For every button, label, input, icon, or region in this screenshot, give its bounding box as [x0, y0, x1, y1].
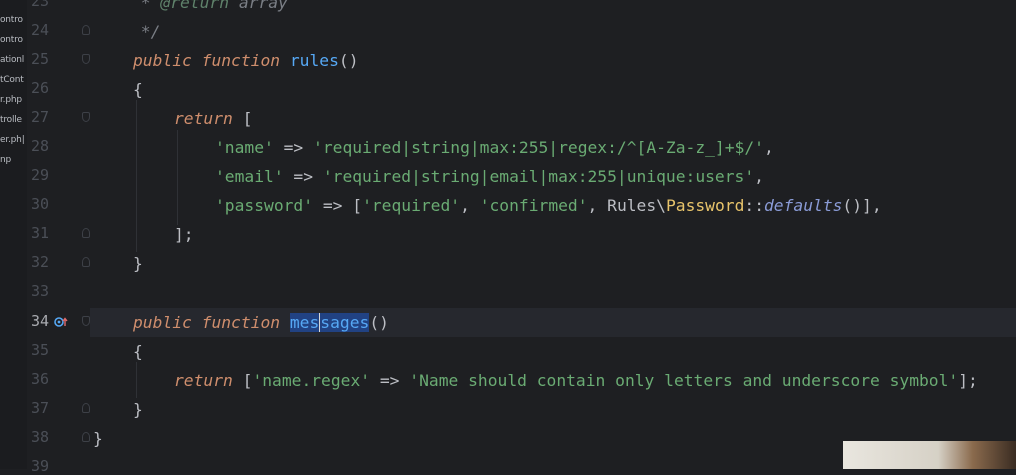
fold-end-icon[interactable] [82, 403, 90, 413]
line-number: 31 [30, 224, 49, 242]
line-number: 29 [30, 166, 49, 184]
sidebar-file-item[interactable]: ontro [0, 35, 23, 45]
code-line-25: public function rules() [133, 51, 359, 70]
sidebar-file-item[interactable]: np [0, 155, 11, 165]
code-line-32: } [133, 254, 143, 273]
webcam-overlay [843, 441, 1016, 469]
indent-guide [136, 100, 137, 252]
line-number: 39 [30, 457, 49, 475]
sidebar-file-item[interactable]: trolle [0, 115, 22, 125]
line-number-active: 34 [30, 312, 49, 330]
line-number: 33 [30, 282, 49, 300]
sidebar-file-item[interactable]: r.php [0, 95, 22, 105]
line-number: 26 [30, 79, 49, 97]
line-number: 25 [30, 50, 49, 68]
code-line-27: return [ [174, 109, 253, 128]
code-line-24: */ [131, 22, 161, 41]
selected-text: messages [289, 313, 370, 332]
code-line-37: } [133, 400, 143, 419]
line-number: 23 [30, 0, 49, 10]
fold-end-icon[interactable] [82, 25, 90, 35]
code-line-31: ]; [174, 225, 194, 244]
line-number: 30 [30, 195, 49, 213]
line-number: 24 [30, 21, 49, 39]
editor-gutter: 23 24 25 26 27 28 29 30 31 32 33 34 35 3… [27, 0, 90, 475]
line-number: 36 [30, 370, 49, 388]
project-sidebar: ontro ontro ationl tCont r.php trolle er… [0, 0, 27, 469]
code-line-36: return ['name.regex' => 'Name should con… [174, 371, 978, 390]
sidebar-file-item[interactable]: tCont [0, 75, 24, 85]
code-line-28: 'name' => 'required|string|max:255|regex… [215, 138, 774, 157]
code-line-29: 'email' => 'required|string|email|max:25… [215, 167, 764, 186]
code-line-35: { [133, 342, 143, 361]
code-line-26: { [133, 80, 143, 99]
fold-start-icon[interactable] [82, 54, 90, 64]
fold-start-icon[interactable] [82, 316, 90, 326]
fold-end-icon[interactable] [82, 228, 90, 238]
sidebar-file-item[interactable]: ationl [0, 55, 24, 65]
implements-method-icon[interactable] [54, 316, 68, 328]
line-number: 35 [30, 341, 49, 359]
line-number: 37 [30, 399, 49, 417]
indent-guide [136, 362, 137, 398]
code-line-23: * @return array [131, 0, 288, 12]
sidebar-file-item[interactable]: ontro [0, 15, 23, 25]
fold-end-icon[interactable] [82, 257, 90, 267]
line-number: 32 [30, 253, 49, 271]
line-number: 38 [30, 428, 49, 446]
code-line-34: public function messages() [133, 313, 389, 332]
fold-start-icon[interactable] [82, 112, 90, 122]
code-line-30: 'password' => ['required', 'confirmed', … [215, 196, 882, 215]
indent-guide [177, 130, 178, 225]
sidebar-file-item[interactable]: er.ph| [0, 135, 25, 145]
fold-end-icon[interactable] [82, 432, 90, 442]
line-number: 28 [30, 137, 49, 155]
code-line-38: } [93, 429, 103, 448]
line-number: 27 [30, 108, 49, 126]
